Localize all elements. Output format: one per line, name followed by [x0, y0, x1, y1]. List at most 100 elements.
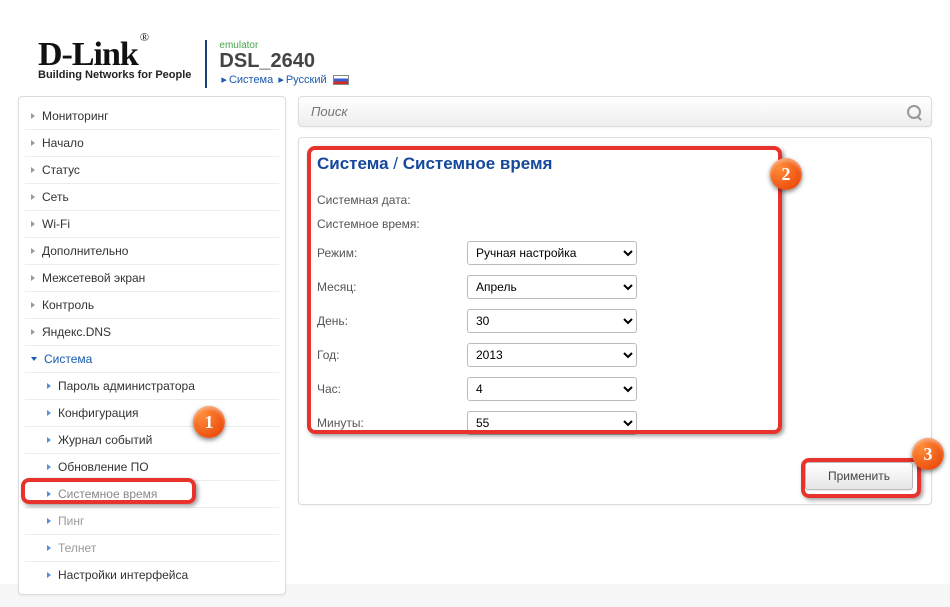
chevron-right-icon: [31, 302, 35, 308]
sidebar-sub-label: Настройки интерфейса: [58, 568, 188, 582]
main: Система / Системное время Системная дата…: [298, 96, 932, 505]
sidebar-sub-log[interactable]: Журнал событий: [25, 427, 279, 454]
brand-logo: D-Link® Building Networks for People: [38, 40, 191, 81]
select-hour[interactable]: 4: [467, 377, 637, 401]
select-month[interactable]: Апрель: [467, 275, 637, 299]
breadcrumb-lang[interactable]: Русский: [286, 74, 327, 86]
label-minute: Минуты:: [317, 416, 467, 430]
badge-2: 2: [770, 158, 802, 190]
sidebar-label: Контроль: [42, 298, 94, 312]
chevron-right-icon: [31, 329, 35, 335]
search-icon[interactable]: [907, 105, 921, 119]
sidebar-item-system[interactable]: Система: [25, 346, 279, 373]
sidebar-item-monitoring[interactable]: Мониторинг: [25, 103, 279, 130]
chevron-right-icon: [31, 140, 35, 146]
sidebar-label: Межсетевой экран: [42, 271, 145, 285]
row-month: Месяц: Апрель: [317, 270, 913, 304]
sidebar-sub-ping[interactable]: Пинг: [25, 508, 279, 535]
panel-system-time: Система / Системное время Системная дата…: [298, 137, 932, 505]
sidebar-sub-telnet[interactable]: Телнет: [25, 535, 279, 562]
breadcrumb-system[interactable]: Система: [229, 74, 273, 86]
header: D-Link® Building Networks for People emu…: [0, 0, 950, 96]
select-year[interactable]: 2013: [467, 343, 637, 367]
label-year: Год:: [317, 348, 467, 362]
sidebar-item-start[interactable]: Начало: [25, 130, 279, 157]
row-mode: Режим: Ручная настройка: [317, 236, 913, 270]
search-bar[interactable]: [298, 96, 932, 127]
apply-button[interactable]: Применить: [805, 462, 913, 490]
sidebar-label: Яндекс.DNS: [42, 325, 111, 339]
badge-1: 1: [193, 406, 225, 438]
panel-title-b: Системное время: [403, 154, 553, 173]
row-hour: Час: 4: [317, 372, 913, 406]
sidebar-label: Статус: [42, 163, 80, 177]
model-label: DSL_2640: [219, 51, 348, 71]
chevron-right-icon: [47, 383, 51, 389]
select-day[interactable]: 30: [467, 309, 637, 333]
chevron-right-icon: [47, 491, 51, 497]
sidebar-label: Система: [44, 352, 92, 366]
row-year: Год: 2013: [317, 338, 913, 372]
sidebar-sub-fwupdate[interactable]: Обновление ПО: [25, 454, 279, 481]
sidebar-label: Wi-Fi: [42, 217, 70, 231]
header-right: emulator DSL_2640 ▸Система ▸Русский: [205, 40, 348, 88]
sidebar-label: Дополнительно: [42, 244, 128, 258]
chevron-right-icon: [47, 572, 51, 578]
sidebar-item-network[interactable]: Сеть: [25, 184, 279, 211]
chevron-down-icon: [31, 357, 37, 361]
sidebar-sub-label: Системное время: [58, 487, 157, 501]
sidebar-sub-uisettings[interactable]: Настройки интерфейса: [25, 562, 279, 588]
label-sysdate: Системная дата:: [317, 193, 467, 207]
chevron-right-icon: [47, 437, 51, 443]
label-day: День:: [317, 314, 467, 328]
chevron-right-icon: [31, 167, 35, 173]
row-minute: Минуты: 55: [317, 406, 913, 440]
sidebar-label: Мониторинг: [42, 109, 109, 123]
label-systime: Системное время:: [317, 217, 467, 231]
sidebar-label: Начало: [42, 136, 84, 150]
breadcrumb: ▸Система ▸Русский: [219, 73, 348, 86]
sidebar-sub-label: Журнал событий: [58, 433, 152, 447]
sidebar-item-control[interactable]: Контроль: [25, 292, 279, 319]
sidebar-label: Сеть: [42, 190, 69, 204]
panel-title: Система / Системное время: [317, 154, 913, 174]
label-month: Месяц:: [317, 280, 467, 294]
label-mode: Режим:: [317, 246, 467, 260]
brand-name: D-Link: [38, 36, 138, 73]
sidebar-item-status[interactable]: Статус: [25, 157, 279, 184]
panel-title-a: Система: [317, 154, 389, 173]
row-systime: Системное время:: [317, 212, 913, 236]
sidebar-sub-label: Обновление ПО: [58, 460, 149, 474]
sidebar-sub-label: Пинг: [58, 514, 84, 528]
sidebar-item-wifi[interactable]: Wi-Fi: [25, 211, 279, 238]
row-day: День: 30: [317, 304, 913, 338]
sidebar-sub-adminpass[interactable]: Пароль администратора: [25, 373, 279, 400]
chevron-right-icon: [47, 410, 51, 416]
flag-ru-icon: [333, 75, 349, 85]
sidebar: Мониторинг Начало Статус Сеть Wi-Fi Допо…: [18, 96, 286, 595]
sidebar-item-firewall[interactable]: Межсетевой экран: [25, 265, 279, 292]
brand-tagline: Building Networks for People: [38, 69, 191, 81]
chevron-right-icon: [47, 464, 51, 470]
search-input[interactable]: [309, 103, 907, 120]
sidebar-item-advanced[interactable]: Дополнительно: [25, 238, 279, 265]
chevron-right-icon: [31, 194, 35, 200]
sidebar-sub-label: Пароль администратора: [58, 379, 195, 393]
sidebar-sub-config[interactable]: Конфигурация: [25, 400, 279, 427]
badge-3: 3: [912, 438, 944, 470]
sidebar-sub-label: Конфигурация: [58, 406, 139, 420]
sidebar-sub-systime[interactable]: Системное время: [25, 481, 279, 508]
chevron-right-icon: [31, 113, 35, 119]
sidebar-item-yandexdns[interactable]: Яндекс.DNS: [25, 319, 279, 346]
chevron-right-icon: [47, 518, 51, 524]
row-sysdate: Системная дата:: [317, 188, 913, 212]
chevron-right-icon: [31, 275, 35, 281]
label-hour: Час:: [317, 382, 467, 396]
chevron-right-icon: [31, 221, 35, 227]
select-minute[interactable]: 55: [467, 411, 637, 435]
chevron-right-icon: [31, 248, 35, 254]
select-mode[interactable]: Ручная настройка: [467, 241, 637, 265]
chevron-right-icon: [47, 545, 51, 551]
panel-actions: Применить: [317, 462, 913, 490]
sidebar-sub-label: Телнет: [58, 541, 96, 555]
